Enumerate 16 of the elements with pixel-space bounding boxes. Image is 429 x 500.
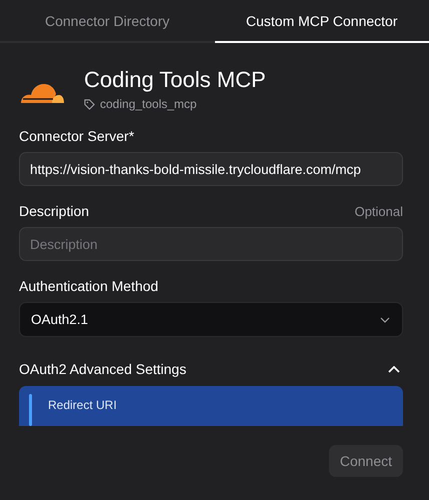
field-label: Description — [19, 203, 90, 219]
field-label: Connector Server* — [19, 128, 134, 144]
tag-icon — [84, 98, 95, 110]
chevron-down-icon — [380, 316, 390, 322]
input-field[interactable]: Description — [19, 227, 403, 261]
tab[interactable]: Custom MCP Connector — [214, 0, 429, 43]
notice-text: Redirect URI — [48, 398, 117, 412]
connector-title: Coding Tools MCP — [84, 67, 266, 93]
auth-dropdown[interactable]: OAuth2.1 — [19, 302, 403, 337]
optional-hint: Optional — [354, 204, 403, 218]
connector-tag: coding_tools_mcp — [100, 97, 197, 111]
input-field[interactable]: https://vision-thanks-bold-missile.trycloudflare.com/mcp — [19, 152, 403, 186]
advanced-settings-toggle[interactable]: OAuth2 Advanced Settings — [19, 361, 403, 377]
chevron-up-icon — [388, 366, 400, 372]
field-label: Authentication Method — [19, 278, 158, 294]
tab[interactable]: Connector Directory — [0, 0, 214, 43]
